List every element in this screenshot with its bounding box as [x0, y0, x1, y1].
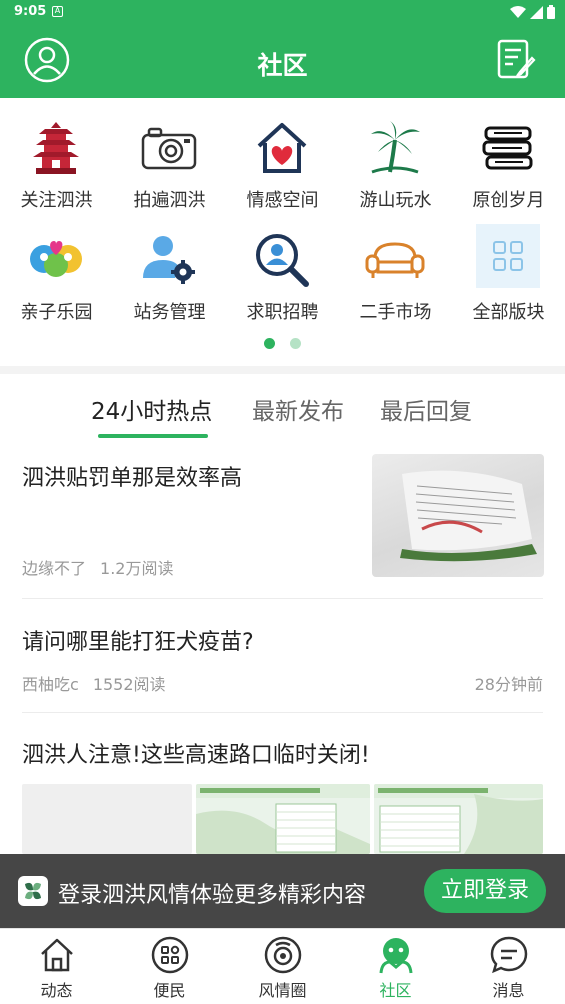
status-bar: 9:05 A [0, 0, 565, 24]
category-item-guanzhu[interactable]: 关注泗洪 [0, 112, 113, 222]
category-item-zhanwu[interactable]: 站务管理 [113, 224, 226, 334]
grid-icon [476, 224, 540, 288]
login-prompt-banner: 登录泗洪风情体验更多精彩内容 立即登录 [0, 854, 565, 928]
camera-icon [135, 117, 203, 179]
camera-circle-icon [264, 936, 302, 974]
nav-item-services[interactable]: 便民 [113, 929, 226, 1004]
post-title: 泗洪贴罚单那是效率高 [22, 466, 243, 491]
category-label: 关注泗洪 [20, 190, 93, 211]
page-dot[interactable] [290, 338, 301, 349]
category-item-yuanchuang[interactable]: 原创岁月 [452, 112, 565, 222]
books-icon [474, 117, 542, 179]
category-grid: 关注泗洪 拍遍泗洪 情感空间 游山玩水 原创岁月 亲子乐园 站务管理 求职招聘 … [0, 112, 565, 332]
house-icon [41, 938, 73, 972]
post-reads: 1.2万阅读 [100, 559, 174, 578]
category-item-youshan[interactable]: 游山玩水 [339, 112, 452, 222]
category-label: 原创岁月 [472, 190, 545, 211]
post-tabs: 24小时热点 最新发布 最后回复 [0, 376, 565, 440]
post-author: 边缘不了 [22, 559, 87, 578]
post-meta: 边缘不了 1.2万阅读 [22, 555, 173, 579]
post-title: 请问哪里能打狂犬疫苗? [22, 630, 254, 655]
notification-badge-icon: A [52, 6, 63, 17]
category-label: 二手市场 [359, 302, 432, 323]
wifi-icon [510, 5, 526, 18]
user-gear-icon [135, 229, 203, 291]
post-separator [22, 712, 543, 713]
pagoda-icon [22, 117, 90, 179]
post-image [196, 784, 370, 854]
nav-label: 社区 [379, 981, 412, 1000]
tab-last-reply[interactable]: 最后回复 [380, 392, 472, 426]
category-item-ershou[interactable]: 二手市场 [339, 224, 452, 334]
category-item-qinzi[interactable]: 亲子乐园 [0, 224, 113, 334]
page-title: 社区 [257, 51, 308, 80]
category-label: 全部版块 [472, 302, 545, 323]
login-prompt-text: 登录泗洪风情体验更多精彩内容 [58, 883, 367, 908]
category-item-paibian[interactable]: 拍遍泗洪 [113, 112, 226, 222]
nav-item-messages[interactable]: 消息 [452, 929, 565, 1004]
post-title: 泗洪人注意!这些高速路口临时关闭! [22, 743, 370, 768]
post-image-gallery [22, 784, 543, 854]
heart-house-icon [248, 117, 316, 179]
apps-icon [151, 936, 189, 974]
category-item-qiuzhi[interactable]: 求职招聘 [226, 224, 339, 334]
community-icon [379, 938, 413, 974]
job-search-icon [248, 229, 316, 291]
post-reads: 1552阅读 [92, 675, 166, 694]
post-image [22, 784, 192, 854]
category-item-quanbu[interactable]: 全部版块 [452, 224, 565, 334]
category-label: 游山玩水 [359, 190, 432, 211]
edit-note-icon [497, 39, 536, 79]
category-label: 拍遍泗洪 [133, 190, 206, 211]
category-label: 站务管理 [133, 302, 206, 323]
family-icon [22, 229, 90, 291]
bottom-navigation: 动态 便民 风情圈 社区 消息 [0, 928, 565, 1004]
signal-icon [530, 5, 543, 19]
battery-icon [547, 5, 555, 19]
nav-label: 风情圈 [258, 981, 307, 1000]
category-label: 亲子乐园 [20, 302, 93, 323]
post-meta: 西柚吃c 1552阅读 [22, 671, 166, 695]
post-time: 28分钟前 [474, 675, 543, 694]
section-divider [0, 366, 565, 374]
nav-label: 动态 [40, 981, 73, 1000]
compose-post-button[interactable] [496, 38, 536, 82]
palm-tree-icon [361, 117, 429, 179]
message-icon [490, 936, 528, 974]
category-item-qinggan[interactable]: 情感空间 [226, 112, 339, 222]
post-separator [22, 598, 543, 599]
tab-latest[interactable]: 最新发布 [252, 392, 344, 426]
nav-label: 消息 [492, 981, 525, 1000]
category-label: 情感空间 [246, 190, 319, 211]
post-thumbnail [372, 454, 544, 577]
post-image [374, 784, 543, 854]
login-button[interactable]: 立即登录 [424, 869, 546, 913]
tab-hot-24h[interactable]: 24小时热点 [91, 392, 212, 426]
nav-item-dynamic[interactable]: 动态 [0, 929, 113, 1004]
status-time: 9:05 [14, 4, 47, 19]
sofa-icon [361, 229, 429, 291]
nav-item-fengqing[interactable]: 风情圈 [226, 929, 339, 1004]
status-icons [510, 5, 555, 19]
nav-item-community[interactable]: 社区 [339, 929, 452, 1004]
page-dot-active[interactable] [264, 338, 275, 349]
app-header: 社区 [0, 24, 565, 98]
active-tab-indicator [98, 434, 208, 438]
nav-label: 便民 [153, 981, 186, 1000]
page-indicator [0, 338, 565, 350]
category-label: 求职招聘 [246, 302, 319, 323]
app-logo-icon [18, 876, 48, 906]
post-author: 西柚吃c [22, 675, 79, 694]
